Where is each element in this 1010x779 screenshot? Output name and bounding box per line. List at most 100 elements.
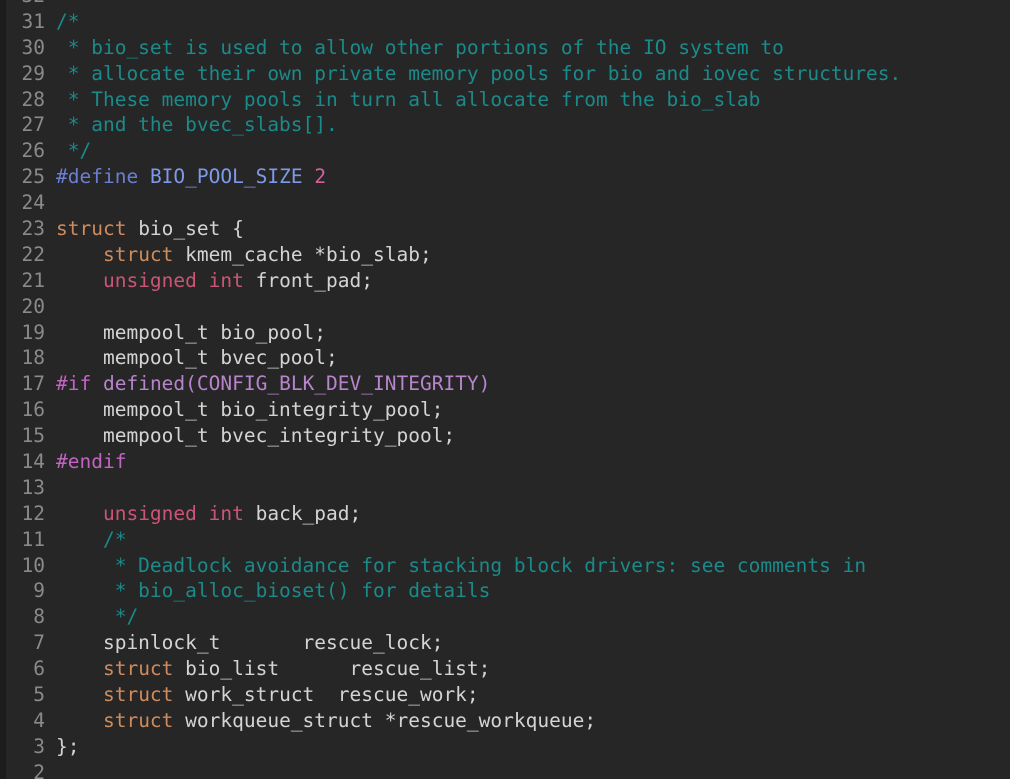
code-line-source: /* xyxy=(56,527,127,553)
code-line-source: #define BIO_POOL_SIZE 2 xyxy=(56,164,326,190)
line-number: 28 xyxy=(21,87,45,111)
code-line-source: mempool_t bvec_integrity_pool; xyxy=(56,423,455,449)
code-line[interactable]: 30 * bio_set is used to allow other port… xyxy=(0,35,1010,61)
code-token: * bio_set is used to allow other portion… xyxy=(56,35,784,59)
code-line-source: * bio_set is used to allow other portion… xyxy=(56,35,784,61)
code-line[interactable]: 32 xyxy=(0,0,1010,9)
code-line-source: struct work_struct rescue_work; xyxy=(56,682,479,708)
code-token: spinlock_t rescue_lock; xyxy=(56,631,444,655)
code-line[interactable]: 13 xyxy=(0,475,1010,501)
line-number: 11 xyxy=(21,527,45,551)
code-line[interactable]: 26 */ xyxy=(0,138,1010,164)
code-line-source: unsigned int front_pad; xyxy=(56,268,373,294)
code-token: mempool_t bio_integrity_pool; xyxy=(56,398,444,422)
code-line[interactable]: 6 struct bio_list rescue_list; xyxy=(0,656,1010,682)
code-line[interactable]: 22 struct kmem_cache *bio_slab; xyxy=(0,242,1010,268)
code-line[interactable]: 17 #if defined(CONFIG_BLK_DEV_INTEGRITY) xyxy=(0,371,1010,397)
code-line[interactable]: 14 #endif xyxy=(0,449,1010,475)
code-line-source: }; xyxy=(56,734,79,760)
code-line[interactable]: 5 struct work_struct rescue_work; xyxy=(0,682,1010,708)
code-line-source: mempool_t bvec_pool; xyxy=(56,345,338,371)
line-number: 32 xyxy=(9,0,45,9)
line-number: 29 xyxy=(21,61,45,85)
line-number: 17 xyxy=(21,372,45,396)
code-line[interactable]: 25 #define BIO_POOL_SIZE 2 xyxy=(0,164,1010,190)
line-number: 30 xyxy=(21,35,45,59)
line-number: 27 xyxy=(21,113,45,137)
code-token: bio_list rescue_list; xyxy=(173,657,491,681)
code-line[interactable]: 27 * and the bvec_slabs[]. xyxy=(0,112,1010,138)
code-lines-container: 3231/*30 * bio_set is used to allow othe… xyxy=(0,0,1010,779)
line-number: 4 xyxy=(33,708,45,732)
line-number: 12 xyxy=(21,501,45,525)
code-token: /* xyxy=(56,527,127,551)
code-token: struct xyxy=(102,657,174,681)
code-line-source: #endif xyxy=(56,449,126,475)
line-number: 26 xyxy=(21,139,45,163)
code-line[interactable]: 28 * These memory pools in turn all allo… xyxy=(0,87,1010,113)
code-line[interactable]: 7 spinlock_t rescue_lock; xyxy=(0,630,1010,656)
code-line-source: struct kmem_cache *bio_slab; xyxy=(56,242,432,268)
line-number: 18 xyxy=(21,346,45,370)
code-token: work_struct rescue_work; xyxy=(173,683,479,707)
line-number: 15 xyxy=(21,424,45,448)
code-token: * allocate their own private memory pool… xyxy=(56,61,902,85)
code-line-source: */ xyxy=(56,604,139,630)
code-line[interactable]: 23 struct bio_set { xyxy=(0,216,1010,242)
code-line-source: * allocate their own private memory pool… xyxy=(56,61,902,87)
code-token: * These memory pools in turn all allocat… xyxy=(56,87,761,111)
code-token: #define xyxy=(56,165,139,189)
code-line[interactable]: 2 xyxy=(0,760,1010,779)
code-token: */ xyxy=(56,605,139,629)
code-token: bio_set { xyxy=(126,217,244,241)
code-token: * bio_alloc_bioset() for details xyxy=(56,579,491,603)
code-line[interactable]: 9 * bio_alloc_bioset() for details xyxy=(0,578,1010,604)
code-line[interactable]: 8 */ xyxy=(0,604,1010,630)
line-number: 16 xyxy=(21,398,45,422)
code-token: mempool_t bio_pool; xyxy=(56,320,327,344)
line-number: 8 xyxy=(33,605,45,629)
code-line[interactable]: 4 struct workqueue_struct *rescue_workqu… xyxy=(0,708,1010,734)
editor-left-edge-strip xyxy=(0,0,6,779)
code-line[interactable]: 11 /* xyxy=(0,527,1010,553)
code-line[interactable]: 29 * allocate their own private memory p… xyxy=(0,61,1010,87)
code-line[interactable]: 20 xyxy=(0,294,1010,320)
line-number: 19 xyxy=(21,320,45,344)
code-line-source: struct bio_set { xyxy=(56,216,244,242)
code-line-source: * and the bvec_slabs[]. xyxy=(56,112,338,138)
code-line[interactable]: 18 mempool_t bvec_pool; xyxy=(0,345,1010,371)
line-number: 6 xyxy=(33,657,45,681)
code-line[interactable]: 12 unsigned int back_pad; xyxy=(0,501,1010,527)
code-token: BIO_POOL_SIZE xyxy=(149,165,303,189)
code-token: struct xyxy=(102,683,174,707)
code-line[interactable]: 24 xyxy=(0,190,1010,216)
code-token: /* xyxy=(56,9,80,33)
code-line-source: mempool_t bio_integrity_pool; xyxy=(56,397,443,423)
code-line[interactable]: 19 mempool_t bio_pool; xyxy=(0,320,1010,346)
line-number: 14 xyxy=(21,450,45,474)
line-number: 7 xyxy=(33,631,45,655)
code-line-source: spinlock_t rescue_lock; xyxy=(56,630,443,656)
code-token: unsigned int xyxy=(102,501,244,525)
code-line-source: * These memory pools in turn all allocat… xyxy=(56,87,761,113)
code-editor[interactable]: 3231/*30 * bio_set is used to allow othe… xyxy=(0,0,1010,779)
code-line[interactable]: 15 mempool_t bvec_integrity_pool; xyxy=(0,423,1010,449)
code-line[interactable]: 16 mempool_t bio_integrity_pool; xyxy=(0,397,1010,423)
code-token: struct xyxy=(102,708,174,732)
code-line-source: struct bio_list rescue_list; xyxy=(56,656,490,682)
code-token: * Deadlock avoidance for stacking block … xyxy=(56,553,867,577)
code-token: kmem_cache *bio_slab; xyxy=(173,242,432,266)
code-line[interactable]: 31 /* xyxy=(0,9,1010,35)
code-token: struct xyxy=(56,217,127,241)
code-line[interactable]: 3}; xyxy=(0,734,1010,760)
code-token: mempool_t bvec_integrity_pool; xyxy=(56,424,456,448)
code-line[interactable]: 10 * Deadlock avoidance for stacking blo… xyxy=(0,553,1010,579)
line-number: 21 xyxy=(21,268,45,292)
code-line-source: struct workqueue_struct *rescue_workqueu… xyxy=(56,708,596,734)
code-line[interactable]: 21 unsigned int front_pad; xyxy=(0,268,1010,294)
